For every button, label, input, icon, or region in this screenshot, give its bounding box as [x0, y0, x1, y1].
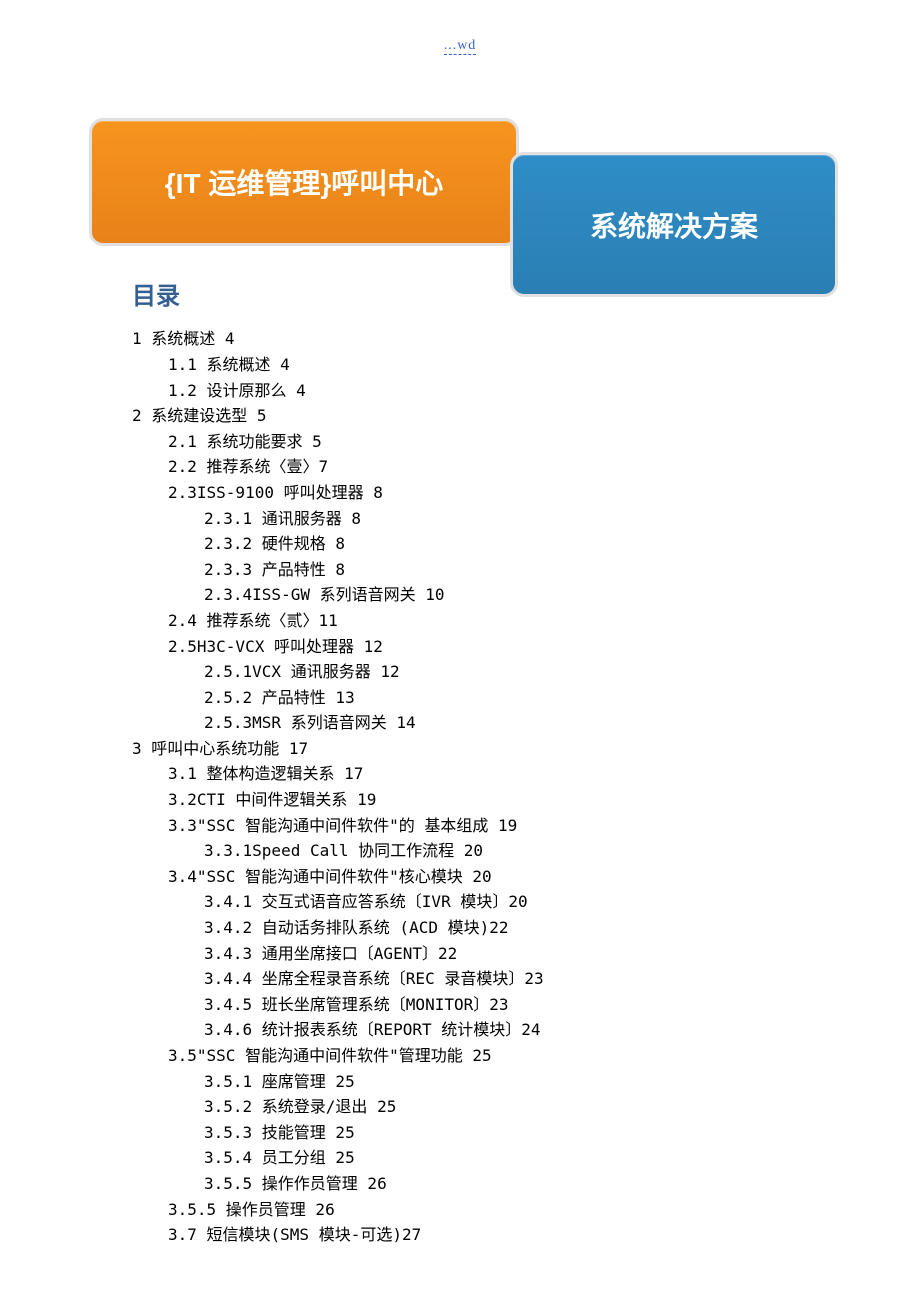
toc-entry: 2.5H3C-VCX 呼叫处理器 12 — [132, 634, 544, 660]
toc-entry: 3.3.1Speed Call 协同工作流程 20 — [132, 838, 544, 864]
toc-entry: 3.2CTI 中间件逻辑关系 19 — [132, 787, 544, 813]
toc-entry: 2.3.1 通讯服务器 8 — [132, 506, 544, 532]
toc-entry: 1 系统概述 4 — [132, 326, 544, 352]
toc-entry: 2.5.3MSR 系列语音网关 14 — [132, 710, 544, 736]
toc-entry: 3.4"SSC 智能沟通中间件软件"核心模块 20 — [132, 864, 544, 890]
toc-entry: 1.1 系统概述 4 — [132, 352, 544, 378]
toc-entry: 2.3.2 硬件规格 8 — [132, 531, 544, 557]
header-link-wrap: ...wd — [0, 38, 920, 54]
toc-entry: 2.3.4ISS-GW 系列语音网关 10 — [132, 582, 544, 608]
toc-entry: 2.2 推荐系统〈壹〉7 — [132, 454, 544, 480]
toc-entry: 2.5.1VCX 通讯服务器 12 — [132, 659, 544, 685]
toc-entry: 3 呼叫中心系统功能 17 — [132, 736, 544, 762]
toc-entry: 1.2 设计原那么 4 — [132, 378, 544, 404]
toc-entry: 3.3"SSC 智能沟通中间件软件"的 基本组成 19 — [132, 813, 544, 839]
content-area: 目录 1 系统概述 41.1 系统概述 41.2 设计原那么 42 系统建设选型… — [132, 278, 544, 1248]
toc-heading: 目录 — [132, 278, 544, 316]
toc-entry: 3.4.5 班长坐席管理系统〔MONITOR〕23 — [132, 992, 544, 1018]
toc-entry: 3.5.2 系统登录/退出 25 — [132, 1094, 544, 1120]
toc-entry: 2.3.3 产品特性 8 — [132, 557, 544, 583]
title-box-orange: {IT 运维管理}呼叫中心 — [89, 118, 519, 246]
toc-entry: 2.5.2 产品特性 13 — [132, 685, 544, 711]
toc-entry: 3.4.1 交互式语音应答系统〔IVR 模块〕20 — [132, 889, 544, 915]
toc-entry: 2.3ISS-9100 呼叫处理器 8 — [132, 480, 544, 506]
toc-entry: 3.5.1 座席管理 25 — [132, 1069, 544, 1095]
toc-entry: 3.5.4 员工分组 25 — [132, 1145, 544, 1171]
toc-entry: 3.5.5 操作作员管理 26 — [132, 1171, 544, 1197]
header-source-link[interactable]: ...wd — [444, 38, 477, 55]
toc-entry: 3.5"SSC 智能沟通中间件软件"管理功能 25 — [132, 1043, 544, 1069]
toc-entry: 3.7 短信模块(SMS 模块-可选)27 — [132, 1222, 544, 1248]
toc-entry: 2.1 系统功能要求 5 — [132, 429, 544, 455]
toc-entry: 3.4.6 统计报表系统〔REPORT 统计模块〕24 — [132, 1017, 544, 1043]
toc-entry: 2.4 推荐系统〈贰〉11 — [132, 608, 544, 634]
title-orange-text: {IT 运维管理}呼叫中心 — [165, 162, 443, 202]
title-blue-text: 系统解决方案 — [590, 205, 758, 245]
toc-entry: 3.5.3 技能管理 25 — [132, 1120, 544, 1146]
toc-entry: 3.4.3 通用坐席接口〔AGENT〕22 — [132, 941, 544, 967]
toc-entry: 3.4.4 坐席全程录音系统〔REC 录音模块〕23 — [132, 966, 544, 992]
toc-entry: 3.4.2 自动话务排队系统 (ACD 模块)22 — [132, 915, 544, 941]
toc-entry: 3.5.5 操作员管理 26 — [132, 1197, 544, 1223]
toc-list: 1 系统概述 41.1 系统概述 41.2 设计原那么 42 系统建设选型 52… — [132, 326, 544, 1247]
toc-entry: 2 系统建设选型 5 — [132, 403, 544, 429]
title-box-blue: 系统解决方案 — [510, 152, 838, 297]
toc-entry: 3.1 整体构造逻辑关系 17 — [132, 761, 544, 787]
